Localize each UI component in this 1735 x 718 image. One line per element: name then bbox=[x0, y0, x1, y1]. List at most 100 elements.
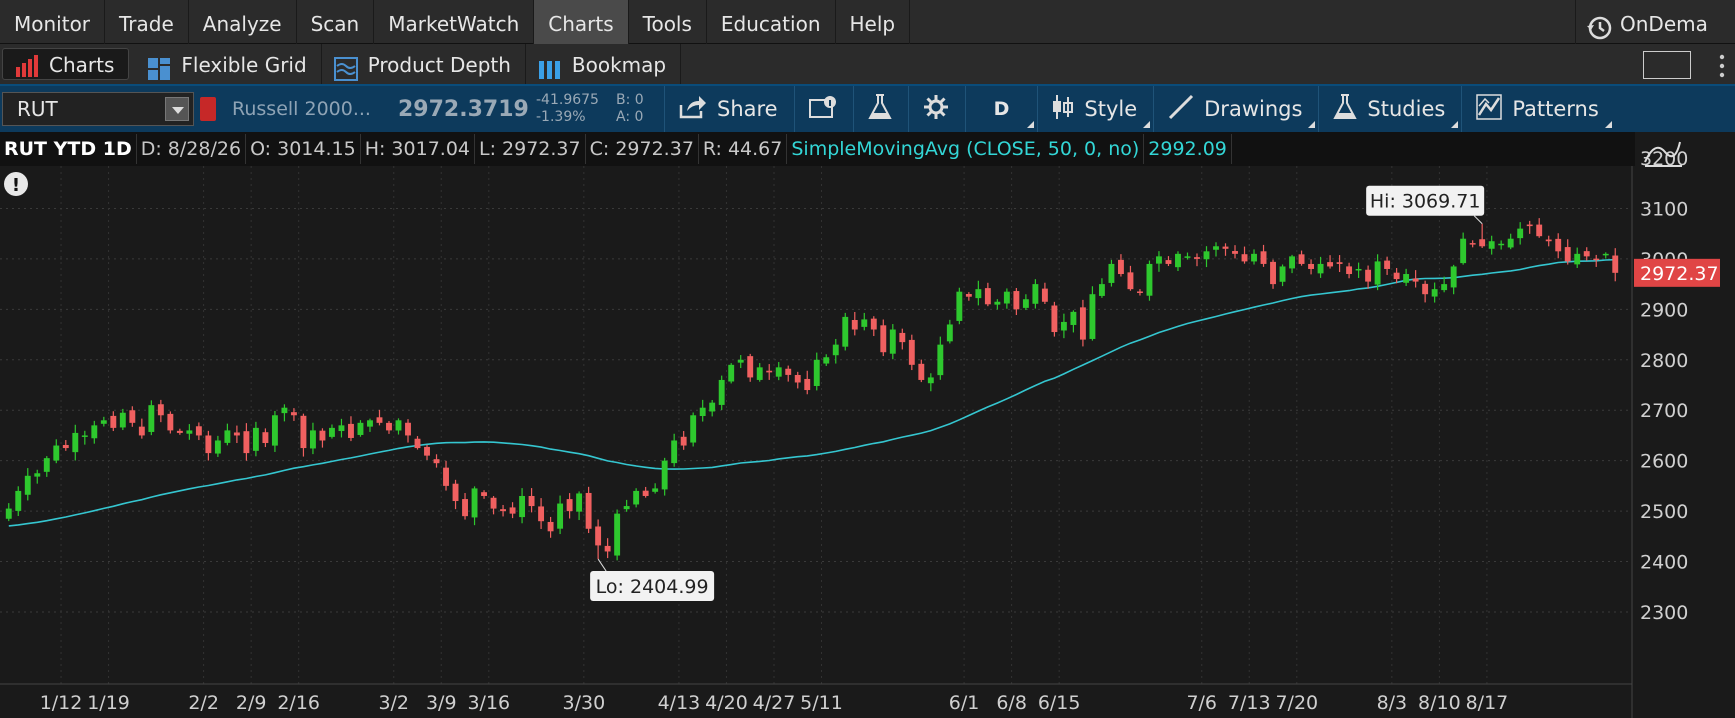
candle-body bbox=[604, 545, 611, 552]
candle-body bbox=[709, 402, 716, 412]
candle-body bbox=[1194, 257, 1200, 259]
candle-body bbox=[519, 495, 526, 518]
style-button[interactable]: Style bbox=[1037, 86, 1153, 132]
x-tick-label: 4/13 bbox=[658, 692, 701, 714]
menu-education[interactable]: Education bbox=[707, 0, 836, 44]
x-tick-label: 6/1 bbox=[949, 692, 980, 714]
x-tick-label: 7/20 bbox=[1275, 692, 1318, 714]
lab-button[interactable] bbox=[852, 86, 908, 132]
tab-flexible-grid[interactable]: Flexible Grid bbox=[135, 44, 322, 84]
candle-body bbox=[414, 438, 421, 449]
candle-body bbox=[652, 488, 659, 492]
candle-body bbox=[804, 378, 811, 391]
corner-arrow-icon bbox=[1604, 121, 1612, 128]
candle-body bbox=[309, 430, 316, 449]
studies-button[interactable]: Studies bbox=[1318, 86, 1461, 132]
y-tick-label: 2800 bbox=[1640, 350, 1688, 372]
candle-body bbox=[1355, 268, 1362, 271]
pct-change: -1.39% bbox=[536, 109, 586, 125]
candle-body bbox=[1127, 272, 1134, 290]
chart-info-button[interactable] bbox=[793, 86, 853, 132]
candle-body bbox=[1374, 261, 1381, 285]
corner-arrow-icon bbox=[1451, 121, 1459, 128]
candle-body bbox=[72, 432, 79, 453]
candle-body bbox=[1336, 262, 1343, 264]
candle-body bbox=[1308, 263, 1315, 269]
candle-body bbox=[490, 497, 497, 509]
flask-icon bbox=[1333, 93, 1358, 125]
more-vertical-icon[interactable] bbox=[1715, 52, 1729, 80]
candle-body bbox=[81, 435, 88, 437]
link-flag-icon[interactable] bbox=[200, 97, 216, 121]
candle-body bbox=[965, 294, 972, 297]
drawings-button[interactable]: Drawings bbox=[1153, 86, 1318, 132]
candle-body bbox=[176, 430, 183, 433]
ondemand-button[interactable]: OnDema bbox=[1575, 0, 1735, 44]
candle-body bbox=[538, 506, 545, 522]
ask-size: A: 0 bbox=[616, 109, 644, 125]
candle-body bbox=[1289, 256, 1295, 269]
candle-body bbox=[994, 301, 1001, 305]
candle-body bbox=[243, 431, 250, 454]
candle-body bbox=[1070, 311, 1077, 325]
tab-product-depth[interactable]: Product Depth bbox=[322, 44, 526, 84]
menu-analyze[interactable]: Analyze bbox=[189, 0, 297, 44]
candle-body bbox=[1526, 224, 1533, 227]
candle-body bbox=[1241, 254, 1248, 262]
candle-body bbox=[528, 495, 535, 507]
price-chart[interactable]: 2300240025002600270028002900300031003200… bbox=[0, 132, 1735, 718]
candle-body bbox=[642, 490, 649, 496]
studies-label: Studies bbox=[1367, 97, 1446, 121]
candle-body bbox=[1422, 283, 1429, 295]
x-tick-label: 4/20 bbox=[705, 692, 748, 714]
menu-scan[interactable]: Scan bbox=[297, 0, 375, 44]
candle-body bbox=[62, 444, 69, 449]
main-menu-bar: Monitor Trade Analyze Scan MarketWatch C… bbox=[0, 0, 1735, 44]
chevron-down-icon[interactable] bbox=[165, 97, 189, 121]
tab-flexible-grid-label: Flexible Grid bbox=[181, 53, 307, 77]
x-tick-label: 3/2 bbox=[378, 692, 409, 714]
last-price: 2972.3719 bbox=[398, 96, 529, 122]
candle-body bbox=[1222, 246, 1229, 249]
corner-arrow-icon bbox=[1308, 121, 1316, 128]
menu-marketwatch[interactable]: MarketWatch bbox=[374, 0, 535, 44]
candle-body bbox=[233, 432, 240, 436]
candle-body bbox=[1165, 260, 1172, 264]
period-button[interactable]: D bbox=[964, 86, 1038, 132]
candle-body bbox=[1517, 228, 1524, 239]
candle-body bbox=[585, 492, 592, 529]
study-name[interactable]: SimpleMovingAvg (CLOSE, 50, 0, no) bbox=[787, 134, 1145, 164]
candle-body bbox=[1298, 254, 1305, 264]
candle-body bbox=[138, 426, 145, 436]
candle-body bbox=[1060, 321, 1067, 331]
candle-body bbox=[1450, 266, 1457, 288]
menu-tools[interactable]: Tools bbox=[629, 0, 707, 44]
share-button[interactable]: Share bbox=[664, 86, 794, 132]
candle-body bbox=[319, 430, 326, 441]
grid-layout-button[interactable] bbox=[1643, 51, 1691, 79]
candle-body bbox=[1003, 291, 1010, 304]
x-tick-label: 2/2 bbox=[188, 692, 219, 714]
candle-body bbox=[500, 509, 507, 512]
candle-body bbox=[386, 422, 392, 431]
symbol-input[interactable]: RUT bbox=[2, 92, 194, 126]
candle-body bbox=[690, 415, 697, 443]
tab-charts[interactable]: Charts bbox=[2, 48, 130, 80]
candlestick-icon bbox=[1052, 94, 1074, 125]
candle-body bbox=[129, 410, 136, 423]
candle-body bbox=[1041, 288, 1048, 302]
menu-help[interactable]: Help bbox=[836, 0, 911, 44]
candle-body bbox=[1175, 253, 1181, 268]
candle-body bbox=[880, 325, 887, 353]
patterns-button[interactable]: Patterns bbox=[1461, 86, 1615, 132]
menu-trade[interactable]: Trade bbox=[105, 0, 189, 44]
tab-bookmap[interactable]: Bookmap bbox=[526, 44, 682, 84]
menu-monitor[interactable]: Monitor bbox=[0, 0, 106, 44]
menu-charts[interactable]: Charts bbox=[534, 0, 629, 44]
tab-bookmap-label: Bookmap bbox=[571, 53, 667, 77]
settings-button[interactable] bbox=[907, 86, 965, 132]
candle-body bbox=[614, 513, 621, 556]
candle-body bbox=[1108, 263, 1115, 283]
info-low: L: 2972.37 bbox=[475, 134, 586, 164]
candle-body bbox=[1593, 258, 1600, 261]
